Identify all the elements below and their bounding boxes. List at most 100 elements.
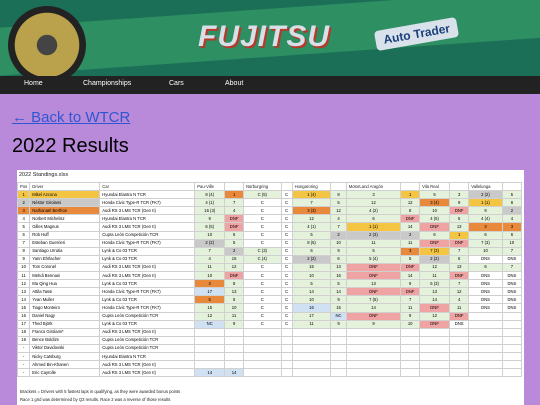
result-cell: 11 (291, 319, 332, 329)
result-cell: 15 (194, 303, 226, 313)
result-cell: 15 (330, 303, 347, 313)
result-cell: 8 (224, 279, 245, 289)
result-cell: DNF (224, 214, 245, 224)
column-header (224, 181, 245, 192)
result-cell: 11 (400, 238, 421, 248)
nav-home[interactable]: Home (24, 80, 43, 87)
table-row: 18 Franco Girolami* Audi RS 3 LMS TCR (Gen… (17, 327, 523, 337)
result-cell: 12 (419, 262, 451, 273)
result-cell: 4 (501, 214, 523, 224)
result-cell: DNS (501, 287, 523, 297)
car-cell: Lynk & Co 03 TCR (99, 319, 196, 329)
result-cell: 11 (194, 262, 226, 273)
nav-cars[interactable]: Cars (169, 80, 184, 87)
result-cell: C (243, 238, 282, 248)
result-cell: 10 (330, 238, 347, 248)
table-row: 17 Thed Björk Lynk & Co 03 TCR NC 9 C C 11 9 9 10 D… (17, 319, 523, 329)
result-cell: DNS (468, 287, 503, 297)
result-cell (400, 368, 421, 378)
table-row: 9 Yann Ehrlacher Lynk & Co 03 TCR 4 15 C (4) C… (17, 254, 523, 264)
result-cell (468, 343, 503, 353)
result-cell: 5 (345, 246, 402, 256)
car-cell: Audi RS 3 LMS TCR (Gen II) (99, 206, 196, 216)
result-cell: 14 (291, 287, 332, 297)
result-cell: C (243, 230, 282, 240)
result-cell: C (243, 262, 282, 273)
result-cell: 15 (224, 254, 245, 264)
result-cell (419, 360, 451, 370)
result-cell: 13 (345, 279, 402, 289)
result-cell: 2 (400, 230, 421, 240)
result-cell (291, 360, 332, 370)
table-row: 13 Attila Tassi Honda Civic Type-R TCR (FK… (17, 287, 523, 297)
result-cell: 3 (468, 222, 503, 232)
table-row: 6 Rob Huff Cupra León Competición TCR 10 6 C C… (17, 230, 523, 240)
position-cell: - (17, 351, 31, 362)
back-link[interactable]: ← Back to WTCR (12, 109, 130, 126)
table-row: 3 Nathanaël Berthon Audi RS 3 LMS TCR (Gen… (17, 206, 523, 216)
result-cell: 3 (345, 190, 402, 200)
result-cell: C (280, 319, 293, 329)
result-cell: 14 (400, 271, 421, 281)
driver-cell: Bence Boldizs (29, 335, 101, 345)
result-cell: 5 (419, 190, 451, 200)
result-cell: 13 (330, 262, 347, 273)
result-cell: 10 (194, 271, 226, 281)
result-cell: 9 (330, 319, 347, 329)
result-cell: DNF (449, 271, 470, 281)
result-cell (280, 351, 293, 362)
table-row: 14 Yvan Muller Lynk & Co 03 TCR 5 6 C C 10 9 7 (5… (17, 295, 523, 305)
result-cell (449, 335, 470, 345)
result-cell: 6 (449, 254, 470, 264)
column-header (330, 181, 347, 192)
position-cell: 13 (17, 287, 31, 297)
result-cell: 3 (449, 190, 470, 200)
result-cell: 2 (2) (468, 190, 503, 200)
result-cell (449, 360, 470, 370)
result-cell: C (280, 222, 293, 232)
result-cell: 10 (291, 295, 332, 305)
result-cell (468, 319, 503, 329)
position-cell: 7 (17, 238, 31, 248)
position-cell: 12 (17, 279, 31, 289)
table-row: 5 Gilles Magnus Audi RS 3 LMS TCR (Gen II)… (17, 222, 523, 232)
result-cell: C (280, 246, 293, 256)
result-cell (194, 335, 226, 345)
result-cell: DNF (419, 319, 451, 329)
table-row: 19 Bence Boldizs Cupra León Competición TC… (17, 335, 523, 345)
result-cell: C (243, 198, 282, 208)
result-cell: C (280, 287, 293, 297)
result-cell: 11 (224, 311, 245, 321)
car-cell: Honda Civic Type-R TCR (FK7) (99, 198, 196, 208)
column-header (501, 181, 523, 192)
result-cell: 7 (3) (468, 238, 503, 248)
result-cell: 5 (4) (345, 254, 402, 264)
result-cell: 7 (449, 279, 470, 289)
result-cell: 4 (224, 206, 245, 216)
position-cell: 1 (17, 190, 31, 200)
car-cell: Cupra León Competición TCR (99, 343, 196, 353)
result-cell (419, 335, 451, 345)
result-cell: 4 (330, 214, 347, 224)
table-row: 10 Tom Coronel Audi RS 3 LMS TCR (Gen II) 1… (17, 262, 523, 273)
result-cell (345, 335, 402, 345)
result-cell: 17 (291, 311, 332, 321)
car-cell: Hyundai Elantra N TCR (99, 351, 196, 362)
result-cell: DNF (345, 262, 402, 273)
result-cell: 11 (449, 303, 470, 313)
result-cell (449, 343, 470, 353)
car-cell: Audi RS 3 LMS TCR (Gen II) (99, 271, 196, 281)
car-cell: Cupra León Competición TCR (99, 311, 196, 321)
result-cell: C (243, 319, 282, 329)
result-cell (501, 327, 523, 337)
result-cell: 7 (501, 262, 523, 273)
result-cell: DNS (449, 319, 470, 329)
result-cell: 5 (330, 279, 347, 289)
nav-championships[interactable]: Championships (83, 80, 131, 87)
result-cell: 11 (400, 303, 421, 313)
result-cell (345, 351, 402, 362)
nav-about[interactable]: About (225, 80, 243, 87)
header-banner: FUJITSU Auto Trader (0, 0, 540, 76)
result-cell: 4 (1) (291, 222, 332, 232)
result-cell: 6 (501, 230, 523, 240)
